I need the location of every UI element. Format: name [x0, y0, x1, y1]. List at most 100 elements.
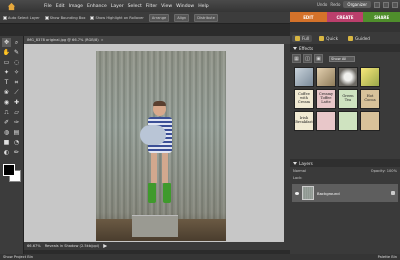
effect-thumbnail[interactable] [338, 111, 358, 131]
eyedropper-tool-icon[interactable]: ✎ [12, 48, 21, 57]
photo-effects-category-icon[interactable]: ▣ [314, 54, 323, 63]
align-button[interactable]: Align [174, 13, 190, 22]
photo-left-boot [148, 183, 156, 203]
photo-image[interactable] [96, 51, 226, 241]
zoom-tool-icon[interactable]: ⌕ [12, 38, 21, 47]
menu-file[interactable]: File [44, 4, 52, 9]
subtab-full[interactable]: Full [292, 34, 313, 42]
filters-category-icon[interactable]: ▦ [292, 54, 301, 63]
menu-enhance[interactable]: Enhance [87, 4, 107, 9]
home-button[interactable] [0, 0, 22, 12]
red-eye-tool-icon[interactable]: ◉ [2, 98, 11, 107]
canvas-area[interactable] [24, 44, 290, 242]
bounding-box-option[interactable]: Show Bounding Box [44, 15, 85, 20]
blend-mode-select[interactable]: Normal [293, 169, 306, 173]
status-menu-arrow-icon[interactable] [103, 244, 108, 248]
auto-select-option[interactable]: Auto Select Layer [3, 15, 40, 20]
toolbox: ✥ ⌕ ✋ ✎ ▭ ◌ ✦ ✧ T ⌗ ❀ ⟋ ◉ ✚ ⎍ ▱ ✐ ✑ ◍ ▤ … [0, 36, 24, 254]
subtab-guided-label: Guided [355, 35, 370, 41]
show-project-bin-button[interactable]: Show Project Bin [3, 255, 33, 259]
distribute-button[interactable]: Distribute [194, 13, 218, 22]
zoom-level[interactable]: 66.67% [27, 244, 41, 248]
blur-tool-icon[interactable]: ◔ [12, 138, 21, 147]
lasso-tool-icon[interactable]: ◌ [12, 58, 21, 67]
brush-tool-icon[interactable]: ✐ [2, 118, 11, 127]
effect-thumbnail[interactable] [338, 67, 358, 87]
opacity-value[interactable]: 100% [387, 169, 397, 173]
close-icon[interactable] [392, 1, 398, 8]
effects-panel-title: Effects [299, 45, 314, 51]
layer-row-background[interactable]: Background [292, 184, 398, 202]
gradient-tool-icon[interactable]: ▤ [12, 128, 21, 137]
visibility-eye-icon[interactable] [295, 191, 299, 195]
magic-wand-tool-icon[interactable]: ✦ [2, 68, 11, 77]
effects-thumbnail-grid: Coffee with Cream Creamy Toffee Latte Gr… [290, 65, 400, 133]
effects-panel-header[interactable]: Effects [290, 44, 400, 52]
effect-thumbnail[interactable]: Creamy Toffee Latte [316, 89, 336, 109]
effect-thumbnail[interactable] [294, 67, 314, 87]
effects-toolbar: ▦ ◫ ▣ Show All [290, 52, 400, 65]
effect-thumbnail[interactable]: Green Tea [338, 89, 358, 109]
arrange-button[interactable]: Arrange [148, 13, 170, 22]
shape-tool-icon[interactable]: ■ [2, 138, 11, 147]
paint-bucket-tool-icon[interactable]: ◍ [2, 128, 11, 137]
layer-styles-category-icon[interactable]: ◫ [303, 54, 312, 63]
photo-concrete-block [132, 215, 178, 237]
selection-brush-tool-icon[interactable]: ✧ [12, 68, 21, 77]
straighten-tool-icon[interactable]: ⟋ [12, 88, 21, 97]
cookie-cutter-tool-icon[interactable]: ❀ [2, 88, 11, 97]
minimize-icon[interactable] [374, 1, 380, 8]
menu-filter[interactable]: Filter [146, 4, 157, 9]
foreground-color-swatch[interactable] [3, 164, 15, 176]
palette-bin-button[interactable]: Palette Bin [378, 255, 397, 259]
effect-thumbnail[interactable] [316, 111, 336, 131]
pencil-tool-icon[interactable]: ✏ [12, 148, 21, 157]
smart-brush-tool-icon[interactable]: ✑ [12, 118, 21, 127]
move-tool-icon[interactable]: ✥ [2, 38, 11, 47]
organizer-button[interactable]: Organizer [343, 1, 371, 8]
document-close-icon[interactable]: × [101, 38, 104, 42]
document-tab[interactable]: IMG_8378 original.jpg @ 66.7% (RGB/8) × [24, 36, 290, 44]
effects-filter-select[interactable]: Show All [329, 55, 355, 62]
crop-tool-icon[interactable]: ⌗ [12, 78, 21, 87]
healing-brush-tool-icon[interactable]: ✚ [12, 98, 21, 107]
maximize-icon[interactable] [383, 1, 389, 8]
subtab-guided[interactable]: Guided [345, 35, 373, 42]
sponge-tool-icon[interactable]: ◐ [2, 148, 11, 157]
menu-image[interactable]: Image [69, 4, 83, 9]
tab-share[interactable]: SHARE [363, 12, 400, 22]
highlight-checkbox[interactable] [90, 15, 95, 20]
effect-thumbnail[interactable]: Coffee with Cream [294, 89, 314, 109]
redo-button[interactable]: Redo [330, 2, 340, 7]
highlight-option[interactable]: Show Highlight on Rollover [90, 15, 144, 20]
undo-button[interactable]: Undo [317, 2, 327, 7]
clone-stamp-tool-icon[interactable]: ⎍ [2, 108, 11, 117]
marquee-tool-icon[interactable]: ▭ [2, 58, 11, 67]
layer-thumbnail [302, 186, 314, 200]
effect-thumbnail[interactable]: Hot Cocoa [360, 89, 380, 109]
eraser-tool-icon[interactable]: ▱ [12, 108, 21, 117]
type-tool-icon[interactable]: T [2, 78, 11, 87]
effect-thumbnail[interactable] [360, 111, 380, 131]
menu-layer[interactable]: Layer [111, 4, 124, 9]
color-swatches[interactable] [3, 164, 21, 182]
menu-window[interactable]: Window [176, 4, 194, 9]
collapse-triangle-icon [293, 46, 297, 50]
tab-create[interactable]: CREATE [326, 12, 364, 22]
auto-select-checkbox[interactable] [3, 15, 7, 20]
menu-select[interactable]: Select [128, 4, 142, 9]
effect-thumbnail[interactable] [360, 67, 380, 87]
photo-plush-toy [140, 125, 166, 145]
bounding-box-checkbox[interactable] [44, 15, 49, 20]
menu-edit[interactable]: Edit [56, 4, 65, 9]
hand-tool-icon[interactable]: ✋ [2, 48, 11, 57]
menu-view[interactable]: View [161, 4, 172, 9]
effect-thumbnail[interactable]: Irish Breakfast [294, 111, 314, 131]
home-icon [7, 2, 15, 10]
effect-thumbnail[interactable] [316, 67, 336, 87]
tab-edit[interactable]: EDIT [290, 12, 327, 22]
layers-panel-header[interactable]: Layers [290, 159, 400, 167]
quick-edit-icon [319, 35, 325, 41]
menu-help[interactable]: Help [198, 4, 208, 9]
subtab-quick[interactable]: Quick [316, 35, 341, 42]
